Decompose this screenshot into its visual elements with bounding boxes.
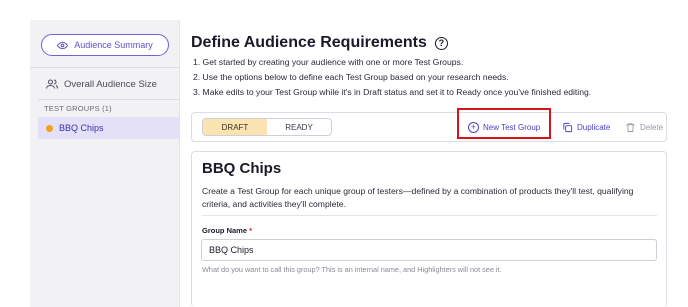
sidebar: Audience Summary Overall Audience Size T… — [30, 20, 180, 307]
required-mark: * — [249, 226, 253, 235]
delete-button[interactable]: Delete — [625, 117, 663, 137]
sidebar-divider — [38, 99, 180, 100]
duplicate-label: Duplicate — [577, 122, 611, 132]
instructions: 1. Get started by creating your audience… — [193, 55, 591, 100]
instruction-step: 1. Get started by creating your audience… — [193, 57, 464, 67]
card-divider — [202, 215, 657, 216]
page-title: Define Audience Requirements ? — [191, 34, 448, 52]
test-group-label: BBQ Chips — [59, 123, 104, 133]
status-toggle: DRAFT READY — [202, 118, 332, 136]
test-group-toolbar: DRAFT READY + New Test Group Duplicate D… — [191, 112, 667, 142]
annotation-highlight-box — [457, 108, 551, 139]
group-name-label-text: Group Name — [202, 226, 248, 235]
help-icon[interactable]: ? — [434, 36, 448, 50]
delete-label: Delete — [640, 122, 664, 132]
instruction-step: 2. Use the options below to define each … — [193, 72, 509, 82]
test-group-card: BBQ Chips Create a Test Group for each u… — [191, 151, 667, 307]
audience-summary-button[interactable]: Audience Summary — [41, 34, 169, 56]
group-name-input[interactable] — [201, 239, 657, 261]
copy-icon — [563, 122, 573, 132]
overall-audience-size[interactable]: Overall Audience Size — [46, 78, 157, 90]
duplicate-button[interactable]: Duplicate — [562, 117, 610, 137]
main-content: Define Audience Requirements ? 1. Get st… — [181, 20, 688, 307]
instruction-step: 3. Make edits to your Test Group while i… — [193, 87, 592, 97]
page-title-text: Define Audience Requirements — [191, 34, 427, 51]
group-name-help-text: What do you want to call this group? Thi… — [202, 265, 502, 274]
overall-audience-label: Overall Audience Size — [64, 78, 157, 90]
group-name-label: Group Name * — [202, 226, 252, 235]
test-group-description: Create a Test Group for each unique grou… — [202, 186, 634, 209]
users-icon — [46, 79, 58, 89]
sidebar-divider — [30, 67, 180, 68]
draft-status-button[interactable]: DRAFT — [203, 119, 267, 135]
top-strip — [0, 0, 688, 20]
test-groups-heading: TEST GROUPS (1) — [44, 104, 112, 113]
test-group-title: BBQ Chips — [202, 160, 282, 177]
sidebar-item-bbq-chips[interactable]: BBQ Chips — [38, 117, 180, 139]
draft-status-dot-icon — [46, 124, 53, 132]
audience-summary-label: Audience Summary — [74, 40, 153, 50]
eye-icon — [57, 41, 69, 49]
trash-icon — [626, 122, 635, 132]
ready-status-button[interactable]: READY — [267, 119, 331, 135]
